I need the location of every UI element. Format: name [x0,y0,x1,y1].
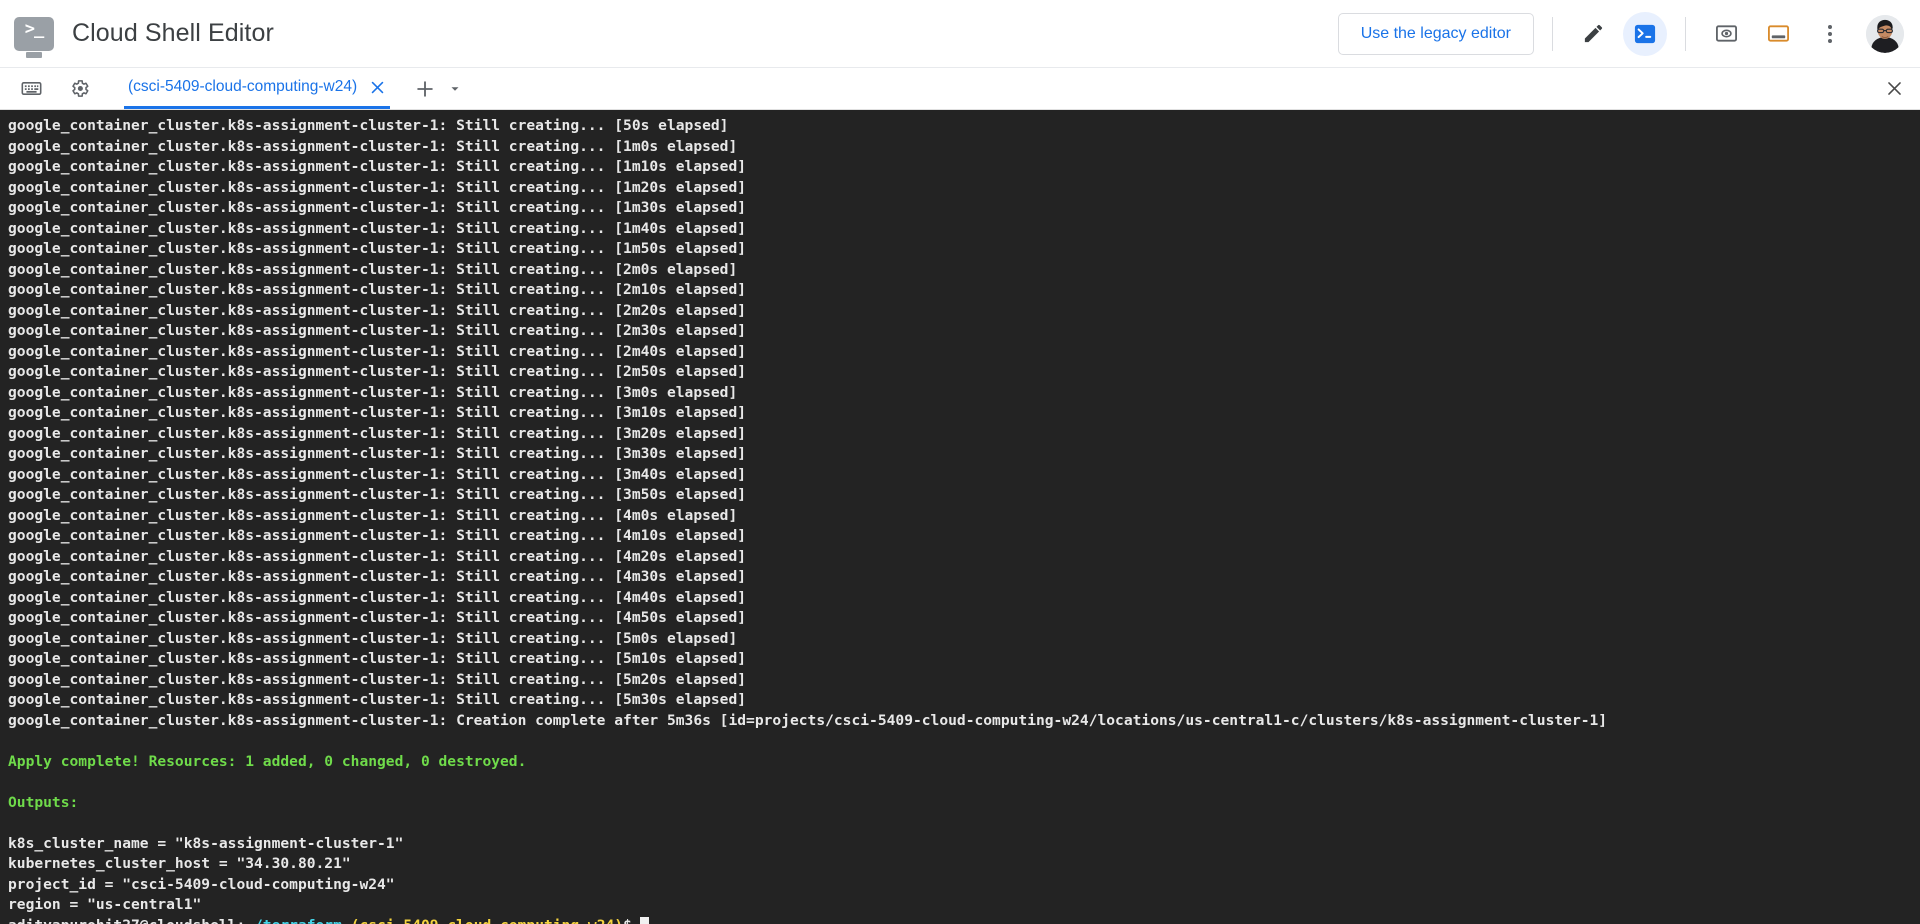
prompt-user-host: adityapurohit27@cloudshell: [8,917,245,924]
divider [1552,16,1553,51]
more-vert-icon[interactable] [1808,12,1852,56]
terminal-line: google_container_cluster.k8s-assignment-… [8,527,747,544]
terminal-cursor [639,916,649,924]
use-legacy-editor-button[interactable]: Use the legacy editor [1337,12,1534,55]
terminal-line: Outputs: [8,793,79,811]
terminal-line: google_container_cluster.k8s-assignment-… [8,445,747,462]
terminal-line-list: google_container_cluster.k8s-assignment-… [8,116,1920,916]
terminal-line: google_container_cluster.k8s-assignment-… [8,609,747,626]
prompt-project: (csci-5409-cloud-computing-w24) [351,917,623,924]
plus-icon[interactable] [412,76,438,102]
terminal-line: google_container_cluster.k8s-assignment-… [8,363,747,380]
terminal-line: google_container_cluster.k8s-assignment-… [8,301,747,319]
divider [1685,16,1686,51]
terminal-tab-strip: (csci-5409-cloud-computing-w24) [0,68,1920,110]
cloud-shell-logo-icon [14,16,54,51]
avatar[interactable] [1866,14,1904,53]
terminal-prompt-line: adityapurohit27@cloudshell:~/terraform (… [8,916,1920,924]
terminal-line: google_container_cluster.k8s-assignment-… [8,158,747,175]
terminal-line: k8s_cluster_name = "k8s-assignment-clust… [8,834,404,852]
terminal-line: google_container_cluster.k8s-assignment-… [8,629,738,647]
terminal-line: google_container_cluster.k8s-assignment-… [8,506,738,524]
keyboard-icon[interactable] [14,72,48,106]
terminal-line: google_container_cluster.k8s-assignment-… [8,137,738,155]
prompt-symbol: $ [623,917,632,924]
terminal-tab-label: (csci-5409-cloud-computing-w24) [128,78,358,95]
close-panel-icon[interactable] [1880,75,1908,103]
terminal-output[interactable]: google_container_cluster.k8s-assignment-… [0,110,1920,924]
terminal-line: google_container_cluster.k8s-assignment-… [8,219,747,237]
terminal-line: google_container_cluster.k8s-assignment-… [8,650,747,667]
brand: Cloud Shell Editor [14,16,274,51]
terminal-line: google_container_cluster.k8s-assignment-… [8,322,747,339]
terminal-line: kubernetes_cluster_host = "34.30.80.21" [8,855,351,872]
terminal-line: google_container_cluster.k8s-assignment-… [8,240,747,257]
app-header: Cloud Shell Editor Use the legacy editor [0,0,1920,68]
terminal-icon[interactable] [1623,11,1667,56]
terminal-line: google_container_cluster.k8s-assignment-… [8,260,738,278]
gear-icon[interactable] [62,72,96,106]
terminal-line: google_container_cluster.k8s-assignment-… [8,383,738,401]
terminal-line: google_container_cluster.k8s-assignment-… [8,178,747,196]
terminal-line: google_container_cluster.k8s-assignment-… [8,117,729,134]
toggle-panel-icon[interactable] [1756,12,1800,56]
terminal-line: google_container_cluster.k8s-assignment-… [8,424,747,442]
pencil-icon[interactable] [1571,12,1615,56]
terminal-line: google_container_cluster.k8s-assignment-… [8,465,747,483]
terminal-line: Apply complete! Resources: 1 added, 0 ch… [8,752,527,770]
terminal-line: google_container_cluster.k8s-assignment-… [8,486,747,503]
terminal-line: google_container_cluster.k8s-assignment-… [8,670,747,688]
chevron-down-icon[interactable] [446,80,464,98]
terminal-line: region = "us-central1" [8,896,202,913]
page-title: Cloud Shell Editor [72,19,274,47]
terminal-line: google_container_cluster.k8s-assignment-… [8,547,747,565]
terminal-line: google_container_cluster.k8s-assignment-… [8,342,747,360]
terminal-line: google_container_cluster.k8s-assignment-… [8,588,747,606]
terminal-line: google_container_cluster.k8s-assignment-… [8,199,747,216]
terminal-line: google_container_cluster.k8s-assignment-… [8,691,747,708]
terminal-line: project_id = "csci-5409-cloud-computing-… [8,875,395,893]
terminal-tab[interactable]: (csci-5409-cloud-computing-w24) [124,68,391,109]
terminal-line: google_container_cluster.k8s-assignment-… [8,568,747,585]
prompt-path: ~/terraform [245,917,342,924]
terminal-line: google_container_cluster.k8s-assignment-… [8,404,747,421]
web-preview-icon[interactable] [1704,12,1748,56]
terminal-line: google_container_cluster.k8s-assignment-… [8,711,1608,729]
header-actions: Use the legacy editor [1337,11,1904,56]
close-icon[interactable] [369,79,386,96]
terminal-line: google_container_cluster.k8s-assignment-… [8,281,747,298]
kebab-dots [1828,31,1832,36]
